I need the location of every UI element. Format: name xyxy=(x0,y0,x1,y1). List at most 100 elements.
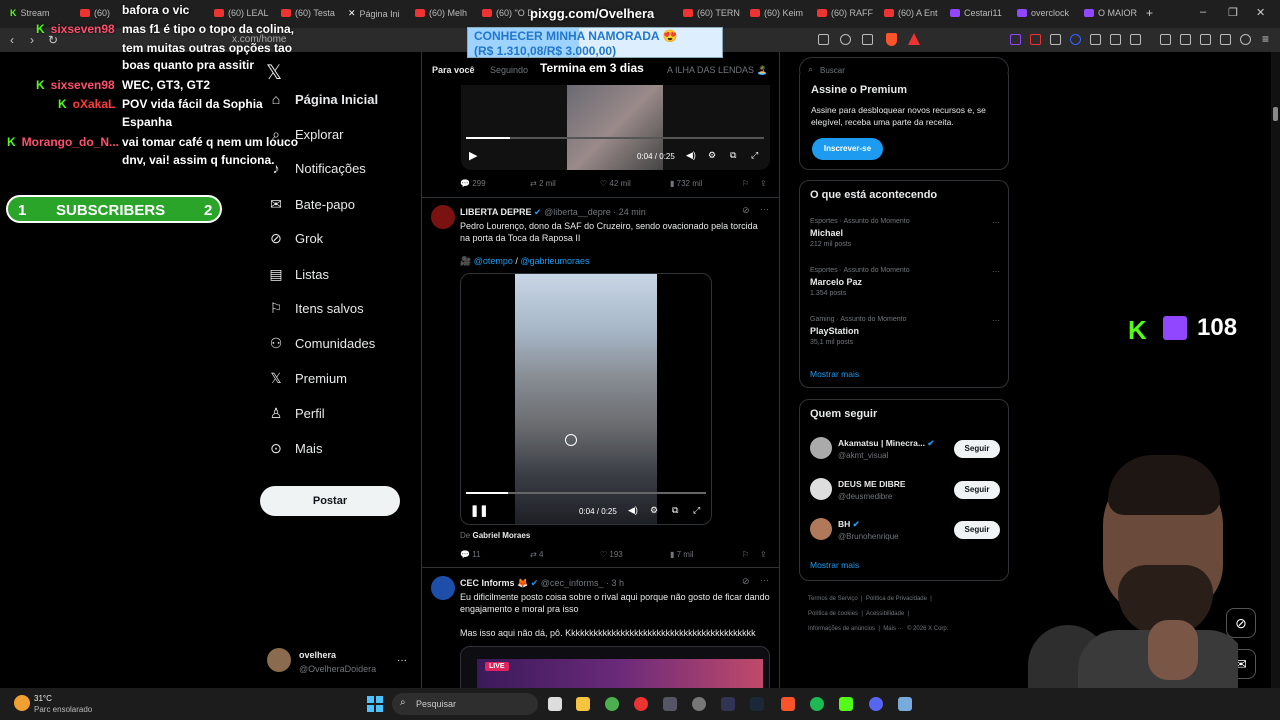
close-window-icon[interactable]: ✕ xyxy=(1256,6,1265,19)
x-logo-icon[interactable]: 𝕏 xyxy=(266,60,282,85)
extension-icon[interactable] xyxy=(1130,34,1141,45)
tweet-more-icon[interactable]: ··· xyxy=(760,575,769,585)
brave-shield-icon[interactable] xyxy=(886,33,897,46)
volume-icon[interactable]: ◀) xyxy=(628,505,638,516)
follow-button[interactable]: Seguir xyxy=(954,481,1000,499)
tab[interactable]: (60) xyxy=(80,8,110,18)
puzzle-icon[interactable] xyxy=(1110,34,1121,45)
reply-button[interactable]: 💬 11 xyxy=(460,550,481,559)
scrollbar[interactable] xyxy=(1271,52,1280,688)
tab[interactable]: (60) TERN xyxy=(683,8,740,18)
tab[interactable]: overclock xyxy=(1017,8,1069,18)
extension-icon[interactable] xyxy=(1050,34,1061,45)
footer-link[interactable]: Política de Privacidade xyxy=(866,596,927,602)
tab[interactable]: (60) LEAL xyxy=(214,8,269,18)
show-more-link[interactable]: Mostrar mais xyxy=(810,560,859,570)
leo-icon[interactable] xyxy=(1220,34,1231,45)
views-stat[interactable]: ▮ 732 mil xyxy=(670,179,702,188)
trend-item[interactable]: Esportes · Assunto do Momento Marcelo Pa… xyxy=(810,267,1000,297)
vpn-icon[interactable] xyxy=(1240,34,1251,45)
share-icon[interactable] xyxy=(862,34,873,45)
reply-button[interactable]: 💬 299 xyxy=(460,179,486,188)
video-player[interactable]: ▶ 0:04 / 0:25 ◀) ⚙ ⧉ ⤢ xyxy=(461,85,770,170)
tab[interactable]: ✕ Página Ini xyxy=(348,8,400,19)
mention-link[interactable]: @otempo xyxy=(474,256,513,266)
author-handle[interactable]: @liberta__depre xyxy=(544,207,611,217)
trend-more-icon[interactable]: ··· xyxy=(992,267,1000,276)
kick-icon[interactable] xyxy=(839,697,853,711)
tweet-time[interactable]: · 3 h xyxy=(606,578,624,588)
footer-link[interactable]: Termos de Serviço xyxy=(808,596,858,602)
screen-icon[interactable] xyxy=(818,34,829,45)
bookmark-icon[interactable]: ⚐ xyxy=(742,179,749,188)
play-icon[interactable]: ▶ xyxy=(469,149,477,162)
extension-icon[interactable] xyxy=(1030,34,1041,45)
extension-icon[interactable] xyxy=(1010,34,1021,45)
tab[interactable]: (60) Melh xyxy=(415,8,467,18)
maximize-icon[interactable]: ❐ xyxy=(1228,6,1238,19)
obs-icon[interactable] xyxy=(692,697,706,711)
post-button[interactable]: Postar xyxy=(260,486,400,516)
windows-start-icon[interactable] xyxy=(367,696,383,712)
chrome-icon[interactable] xyxy=(605,697,619,711)
new-tab-icon[interactable]: + xyxy=(1146,6,1153,20)
trend-item[interactable]: Esportes · Assunto do Momento Michael 21… xyxy=(810,218,1000,248)
app-icon[interactable] xyxy=(721,697,735,711)
tab-following[interactable]: Seguindo xyxy=(490,65,528,75)
tab-community[interactable]: A ILHA DAS LENDAS 🏝️ xyxy=(667,65,768,76)
weather-desc[interactable]: Parc ensolarado xyxy=(34,705,92,714)
tab[interactable]: (60) "O D xyxy=(482,8,534,18)
brave-icon[interactable] xyxy=(781,697,795,711)
author-name[interactable]: CEC Informs 🦊 xyxy=(460,578,528,588)
attribution-link[interactable]: Gabriel Moraes xyxy=(472,531,530,540)
tab[interactable]: (60) Testa xyxy=(281,8,335,18)
grok-icon[interactable]: ⊘ xyxy=(742,205,750,216)
follow-item[interactable]: DEUS ME DIBRE @deusmedibre Seguir xyxy=(800,477,1010,503)
repost-button[interactable]: ⇄ 2 mil xyxy=(530,179,556,188)
avatar[interactable] xyxy=(431,576,455,600)
trend-more-icon[interactable]: ··· xyxy=(992,218,1000,227)
brave-rewards-icon[interactable] xyxy=(908,33,920,45)
share-icon[interactable]: ⇪ xyxy=(760,550,767,559)
pause-icon[interactable]: ❚❚ xyxy=(470,504,488,517)
footer-link[interactable]: Informações de anúncios xyxy=(808,626,875,632)
tab[interactable]: O MAIOR xyxy=(1084,8,1137,18)
repost-button[interactable]: ⇄ 4 xyxy=(530,550,543,559)
footer-link[interactable]: Acessibilidade xyxy=(866,611,904,617)
follow-button[interactable]: Seguir xyxy=(954,521,1000,539)
discord-icon[interactable] xyxy=(869,697,883,711)
weather-temp[interactable]: 31°C xyxy=(34,694,52,703)
video-player[interactable]: ❚❚ 0:04 / 0:25 ◀) ⚙ ⧉ ⤢ xyxy=(460,273,712,525)
music-icon[interactable] xyxy=(1160,34,1171,45)
author-name[interactable]: LIBERTA DEPRE xyxy=(460,207,532,217)
task-view-icon[interactable] xyxy=(548,697,562,711)
like-button[interactable]: ♡ 193 xyxy=(600,550,623,559)
extension-icon[interactable] xyxy=(1070,34,1081,45)
volume-icon[interactable]: ◀) xyxy=(686,150,696,161)
follow-button[interactable]: Seguir xyxy=(954,440,1000,458)
avatar[interactable] xyxy=(267,648,291,672)
file-explorer-icon[interactable] xyxy=(576,697,590,711)
follow-item[interactable]: BH ✔ @Brunohenrique Seguir xyxy=(800,517,1010,543)
minimize-icon[interactable]: – xyxy=(1200,6,1206,18)
notepad-icon[interactable] xyxy=(898,697,912,711)
tab[interactable]: Cestari11 xyxy=(950,8,1002,18)
steam-icon[interactable] xyxy=(750,697,764,711)
extension-icon[interactable] xyxy=(1090,34,1101,45)
follow-item[interactable]: Akamatsu | Minecra... ✔ @akmt_visual Seg… xyxy=(800,436,1010,462)
fullscreen-icon[interactable]: ⤢ xyxy=(751,150,758,161)
settings-icon[interactable]: ⚙ xyxy=(708,150,716,161)
forward-icon[interactable]: › xyxy=(30,33,34,47)
footer-link[interactable]: Mais ··· xyxy=(883,626,903,632)
video-scrubber[interactable] xyxy=(466,137,764,139)
share-icon[interactable]: ⇪ xyxy=(760,179,767,188)
app-icon[interactable] xyxy=(663,697,677,711)
settings-icon[interactable]: ⚙ xyxy=(650,505,658,516)
tab[interactable]: K Stream xyxy=(10,8,50,18)
show-more-link[interactable]: Mostrar mais xyxy=(810,369,859,379)
wallet-icon[interactable] xyxy=(1200,34,1211,45)
fullscreen-icon[interactable]: ⤢ xyxy=(693,505,700,516)
trend-more-icon[interactable]: ··· xyxy=(992,316,1000,325)
pip-icon[interactable]: ⧉ xyxy=(672,505,678,516)
author-handle[interactable]: @cec_informs_ xyxy=(541,578,604,588)
